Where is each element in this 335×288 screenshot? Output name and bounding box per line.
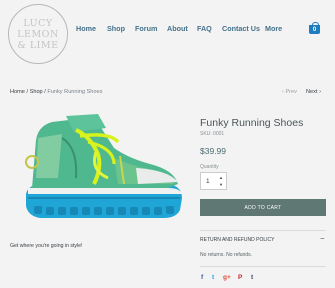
breadcrumb-shop[interactable]: Shop: [30, 89, 43, 95]
divider: [200, 230, 326, 231]
cart-count: 0: [309, 25, 320, 34]
divider: [200, 266, 326, 267]
breadcrumb-sep: /: [26, 89, 29, 95]
policy-title[interactable]: RETURN AND REFUND POLICY: [200, 237, 274, 243]
collapse-icon[interactable]: −: [320, 234, 325, 243]
prev-link[interactable]: ‹ Prev: [282, 89, 297, 95]
logo-line-1: LUCY: [23, 17, 53, 29]
nav-about[interactable]: About: [167, 24, 188, 33]
breadcrumb-current: Funky Running Shoes: [47, 89, 103, 95]
twitter-icon[interactable]: t: [212, 274, 214, 281]
logo-line-2: LEMON: [17, 28, 59, 40]
next-link[interactable]: Next ›: [306, 89, 321, 95]
chevron-left-icon: ‹: [282, 89, 284, 95]
product-sku: SKU: 0001: [200, 131, 225, 137]
nav-shop[interactable]: Shop: [107, 24, 125, 33]
nav-forum[interactable]: Forum: [135, 24, 157, 33]
nav-home[interactable]: Home: [76, 24, 96, 33]
chevron-right-icon: ›: [319, 89, 321, 95]
product-title: Funky Running Shoes: [200, 117, 304, 129]
product-image[interactable]: [18, 108, 188, 226]
pinterest-icon[interactable]: P: [238, 274, 242, 281]
cart-button[interactable]: 0: [309, 22, 320, 34]
add-to-cart-button[interactable]: ADD TO CART: [200, 199, 326, 216]
logo-line-3: & LIME: [17, 39, 59, 51]
product-description: Get where you're going in style!: [10, 243, 83, 249]
quantity-stepper[interactable]: 1 ▲ ▼: [200, 172, 227, 190]
product-price: $39.99: [200, 146, 226, 156]
chevron-up-icon[interactable]: ▲: [219, 176, 223, 180]
facebook-icon[interactable]: f: [201, 274, 203, 281]
quantity-label: Quantity: [200, 164, 219, 170]
breadcrumb: Home / Shop / Funky Running Shoes: [10, 89, 102, 95]
google-plus-icon[interactable]: g+: [223, 274, 231, 281]
nav-faq[interactable]: FAQ: [197, 24, 212, 33]
main-nav: Home: [76, 24, 96, 33]
policy-text: No returns. No refunds.: [200, 252, 252, 258]
quantity-value: 1: [206, 178, 210, 185]
breadcrumb-home[interactable]: Home: [10, 89, 25, 95]
breadcrumb-sep: /: [44, 89, 46, 95]
nav-more[interactable]: More: [265, 24, 282, 33]
chevron-down-icon[interactable]: ▼: [219, 183, 223, 187]
tumblr-icon[interactable]: t: [251, 274, 253, 281]
site-logo[interactable]: LUCY LEMON & LIME: [8, 4, 68, 64]
nav-contact-us[interactable]: Contact Us: [222, 24, 260, 33]
